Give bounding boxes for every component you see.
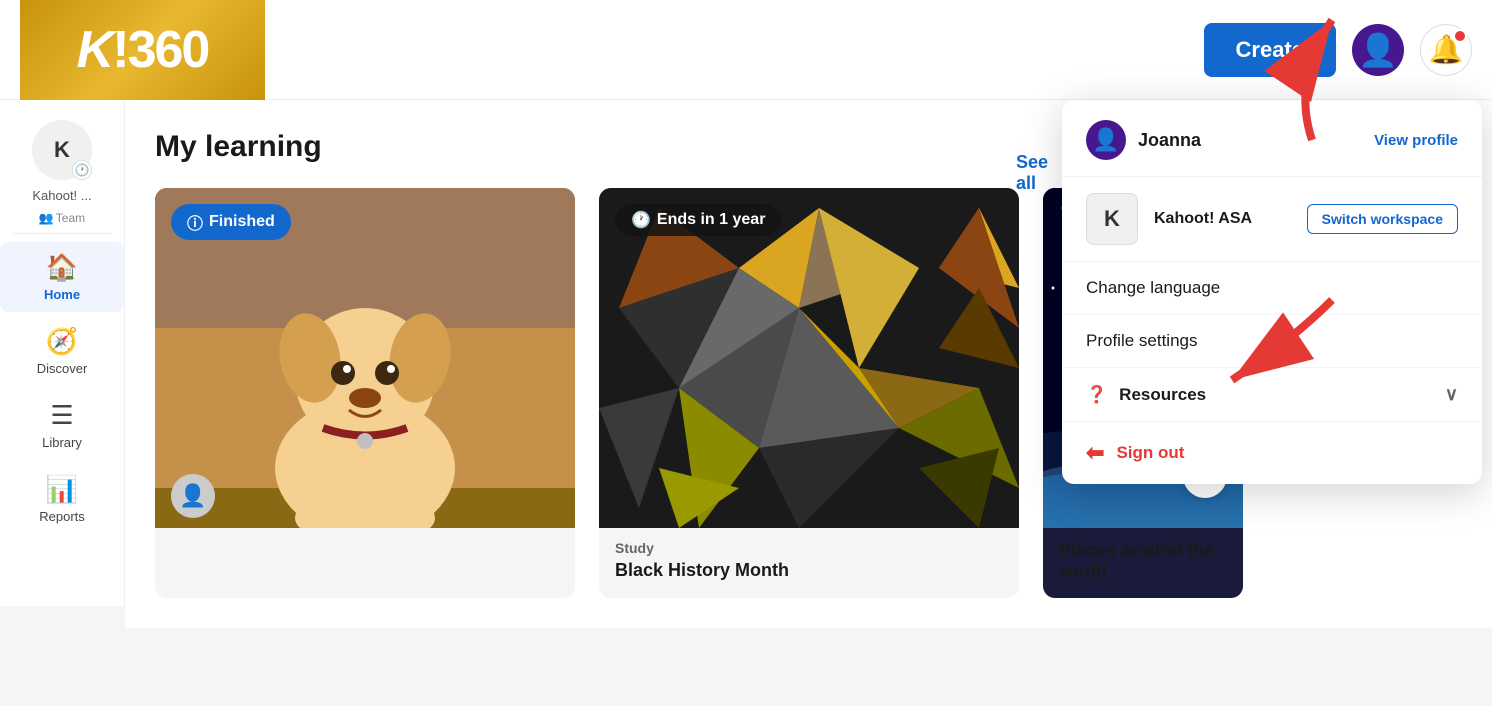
card-1-badge: ⓘ Finished [171,204,291,240]
header-right: Create 👤 🔔 [1204,23,1472,77]
change-language-item[interactable]: Change language [1062,262,1482,315]
library-label: Library [42,435,82,450]
resources-item[interactable]: ❓ Resources ∨ [1062,368,1482,422]
info-icon: ⓘ [187,210,203,234]
dropdown-avatar-icon: 👤 [1086,120,1126,160]
resources-label: Resources [1119,385,1206,405]
origami-svg [599,188,1019,528]
workspace-logo: K [1086,193,1138,245]
change-language-label: Change language [1086,278,1220,298]
user-dropdown: 👤 Joanna View profile K Kahoot! ASA Swit… [1062,100,1482,484]
home-icon: 🏠 [46,252,78,283]
discover-label: Discover [37,361,88,376]
header: K!360 Create 👤 🔔 [0,0,1492,100]
notifications-button[interactable]: 🔔 [1420,24,1472,76]
reports-label: Reports [39,509,85,524]
user-avatar-icon: 👤 [1358,31,1398,69]
see-all-button[interactable]: See all [1016,152,1048,194]
view-profile-link[interactable]: View profile [1374,132,1458,149]
dropdown-header: 👤 Joanna View profile [1062,100,1482,177]
resources-left: ❓ Resources [1086,385,1206,405]
card-2-badge: 🕐 Ends in 1 year [615,204,781,236]
dropdown-username: Joanna [1138,130,1201,151]
card-2-name: Black History Month [615,560,1003,581]
workspace-name: Kahoot! ASA [1154,210,1291,228]
sidebar-item-home[interactable]: 🏠 Home [0,242,124,312]
sidebar-item-library[interactable]: ☰ Library [0,390,124,460]
create-button[interactable]: Create [1204,23,1336,77]
sidebar-divider [12,233,111,234]
sign-out-icon: ⬅ [1086,440,1104,466]
workspace-info: Kahoot! ASA [1154,210,1291,228]
dropdown-user-info: 👤 Joanna [1086,120,1201,160]
clock-icon: 🕐 [631,210,651,230]
sidebar: K 🕐 Kahoot! ... 👥 Team 🏠 Home 🧭 Discover… [0,100,125,606]
card-2[interactable]: 🕐 Ends in 1 year Study Black History Mon… [599,188,1019,598]
sign-out-item[interactable]: ⬅ Sign out [1062,422,1482,484]
reports-icon: 📊 [46,474,78,505]
sidebar-item-discover[interactable]: 🧭 Discover [0,316,124,386]
card-2-category: Study [615,540,1003,556]
card-3-footer: Places around the world [1043,528,1243,598]
profile-settings-item[interactable]: Profile settings [1062,315,1482,368]
user-avatar-button[interactable]: 👤 [1352,24,1404,76]
sign-out-label: Sign out [1116,443,1184,463]
home-label: Home [44,287,80,302]
switch-workspace-button[interactable]: Switch workspace [1307,204,1458,234]
workspace-initial: K [54,137,70,163]
notification-badge [1453,29,1467,43]
library-icon: ☰ [50,400,73,431]
workspace-clock-icon: 🕐 [72,160,92,180]
card-1[interactable]: ⓘ Finished 👤 [155,188,575,598]
workspace-badge[interactable]: K 🕐 [32,120,92,180]
chevron-down-icon: ∨ [1445,384,1458,405]
card-1-avatar: 👤 [171,474,215,518]
card-3-name: Places around the world [1059,540,1227,582]
workspace-name: Kahoot! ... [32,188,91,203]
help-icon: ❓ [1086,385,1107,405]
avatar-person-icon: 👤 [1092,127,1119,153]
team-label: Team [56,211,85,225]
logo[interactable]: K!360 [20,0,265,100]
discover-icon: 🧭 [46,326,78,357]
workspace-section: K Kahoot! ASA Switch workspace [1062,177,1482,262]
sidebar-item-reports[interactable]: 📊 Reports [0,464,124,534]
profile-settings-label: Profile settings [1086,331,1198,351]
team-icon: 👥 [39,211,54,225]
card-2-footer: Study Black History Month [599,528,1019,597]
logo-text: K!360 [77,20,209,80]
card-2-image [599,188,1019,528]
workspace-team: 👥 Team [39,211,85,225]
